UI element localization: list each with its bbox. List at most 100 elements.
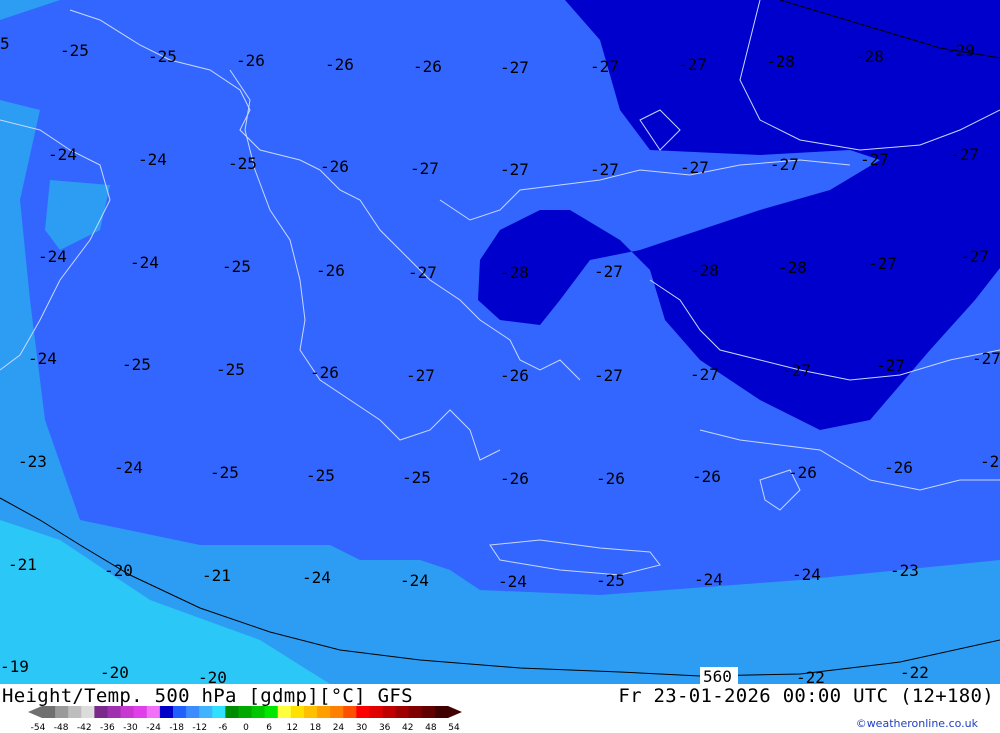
temperature-label: -25: [596, 571, 625, 590]
temperature-label: -24: [130, 253, 159, 272]
scale-swatch: [382, 706, 397, 718]
scale-swatch: [225, 706, 239, 718]
temperature-label: -19: [0, 657, 29, 676]
temperature-label: -26: [596, 469, 625, 488]
scale-swatch: [408, 706, 423, 718]
temperature-label: -28: [500, 263, 529, 282]
scale-tick-label: -48: [54, 723, 69, 732]
temperature-label: -27: [782, 361, 811, 380]
temperature-label: -24: [498, 572, 527, 591]
scale-swatch: [199, 706, 213, 718]
temperature-label: -27: [500, 160, 529, 179]
credit-link[interactable]: ©weatheronline.co.uk: [856, 717, 978, 730]
temperature-label: -26: [692, 467, 721, 486]
scale-swatch: [290, 706, 305, 718]
map-title: Height/Temp. 500 hPa [gdmp][°C] GFS: [2, 685, 413, 707]
temperature-label: -27: [770, 155, 799, 174]
temperature-label: -25: [216, 360, 245, 379]
scale-swatch: [42, 706, 56, 718]
scale-swatch: [94, 706, 108, 718]
scale-swatch: [303, 706, 318, 718]
temperature-label: -27: [960, 247, 989, 266]
temperature-label: -20: [198, 668, 227, 684]
temperature-label: -27: [590, 160, 619, 179]
scale-swatch: [172, 706, 187, 718]
scale-swatch: [68, 706, 82, 718]
scale-tick-label: -36: [100, 723, 115, 732]
temperature-label: -27: [868, 254, 897, 273]
scale-swatch: [120, 706, 135, 718]
temperature-label: -24: [38, 247, 67, 266]
scale-tick-label: 12: [286, 723, 297, 732]
temperature-label: -28: [690, 261, 719, 280]
temperature-label: -21: [202, 566, 231, 585]
scale-swatch: [395, 706, 410, 718]
temperature-label: -24: [28, 349, 57, 368]
temperature-label: -22: [796, 668, 825, 684]
scale-swatch: [146, 706, 161, 718]
scale-tick-label: 42: [402, 723, 413, 732]
temperature-label: -24: [400, 571, 429, 590]
temperature-label: -25: [306, 466, 335, 485]
temperature-label: -26: [310, 363, 339, 382]
scale-tick-label: 0: [243, 723, 249, 732]
scale-swatch: [159, 706, 174, 718]
temperature-label: -25: [122, 355, 151, 374]
temperature-label: -25: [148, 47, 177, 66]
temperature-label: -26: [500, 366, 529, 385]
scale-swatch: [317, 706, 331, 718]
temperature-label: -24: [302, 568, 331, 587]
temperature-label: -27: [972, 349, 1000, 368]
temperature-label: -29: [946, 41, 975, 60]
temperature-label: -26: [236, 51, 265, 70]
temperature-label: -26: [413, 57, 442, 76]
temperature-label: -23: [18, 452, 47, 471]
scale-arrow-left: [28, 706, 42, 718]
weather-map: 560 5 -25 -25 -26 -26 -26 -27 -27 -27 -28 -28 -29 -2…: [0, 0, 1000, 687]
scale-tick-label: 6: [266, 723, 272, 732]
temperature-label: -26: [884, 458, 913, 477]
scale-swatch: [251, 706, 266, 718]
temperature-label: -27: [860, 150, 889, 169]
footer: Height/Temp. 500 hPa [gdmp][°C] GFS Fr 2…: [0, 684, 1000, 733]
temperature-label: -24: [694, 570, 723, 589]
scale-tick-label: -12: [192, 723, 207, 732]
scale-swatch: [107, 706, 122, 718]
scale-tick-label: 24: [333, 723, 345, 732]
temperature-label: -27: [594, 366, 623, 385]
temperature-label: -28: [855, 47, 884, 66]
temperature-label: -20: [100, 663, 129, 682]
scale-swatch: [264, 706, 279, 718]
scale-tick-label: 54: [448, 723, 460, 732]
temperature-label: 5: [0, 34, 10, 53]
scale-swatch: [277, 706, 292, 718]
scale-tick-label: -24: [146, 723, 161, 732]
temperature-label: -24: [138, 150, 167, 169]
temperature-label: -25: [222, 257, 251, 276]
scale-tick-label: 48: [425, 723, 437, 732]
scale-tick-label: -6: [218, 723, 227, 732]
temperature-label: -26: [316, 261, 345, 280]
temperature-label: -26: [500, 469, 529, 488]
color-scale-bar: -54 -48 -42 -36 -30 -24 -18 -12 -6 0 6 12 18 24 30 36 42…: [28, 706, 462, 732]
temperature-label: -27: [406, 366, 435, 385]
scale-tick-label: 18: [310, 723, 322, 732]
scale-swatch: [186, 706, 200, 718]
scale-swatch: [81, 706, 95, 718]
temperature-label: -25: [60, 41, 89, 60]
scale-swatch: [434, 706, 449, 718]
temperature-label: -27: [594, 262, 623, 281]
scale-swatch: [369, 706, 384, 718]
scale-swatch: [330, 706, 344, 718]
scale-swatch: [55, 706, 69, 718]
temperature-label: -25: [210, 463, 239, 482]
temperature-label: -27: [950, 145, 979, 164]
temperature-label: -26: [325, 55, 354, 74]
temperature-label: -27: [690, 365, 719, 384]
temperature-label: -28: [778, 258, 807, 277]
temperature-label: -25: [402, 468, 431, 487]
scale-tick-label: -18: [169, 723, 184, 732]
scale-tick-label: -42: [77, 723, 92, 732]
temperature-label: -22: [900, 663, 929, 682]
temperature-label: -24: [48, 145, 77, 164]
